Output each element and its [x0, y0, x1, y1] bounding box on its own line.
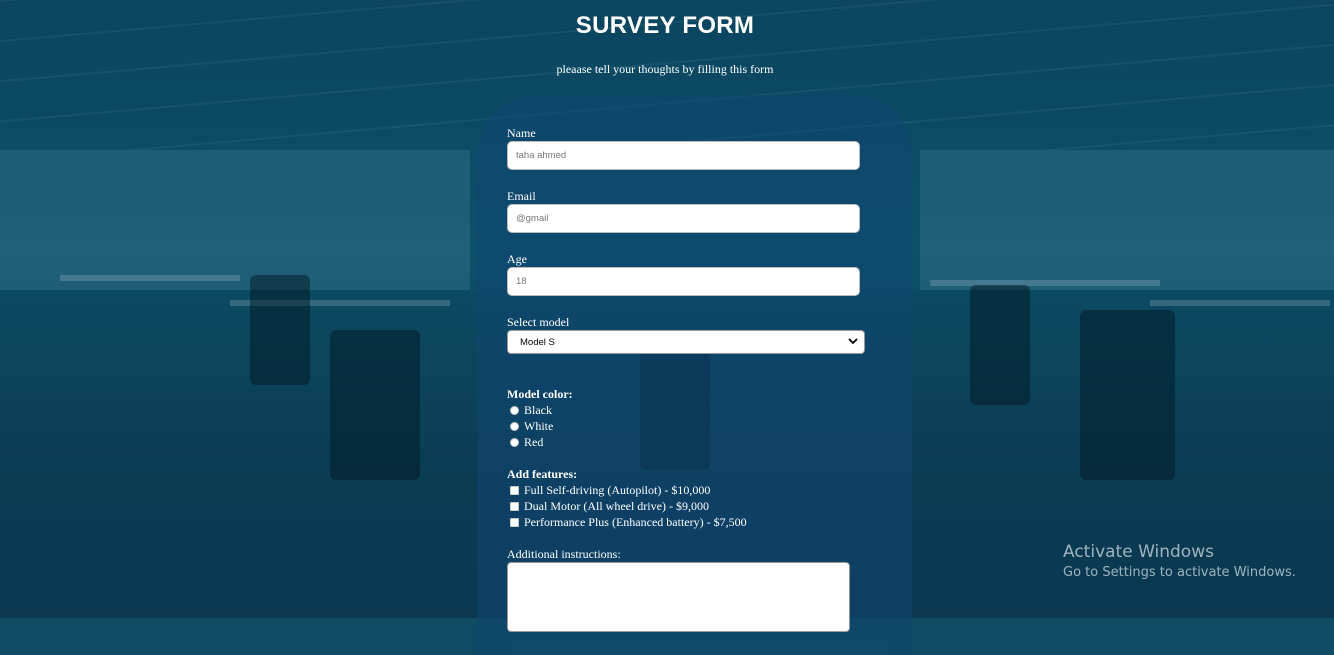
email-label: Email: [507, 189, 536, 203]
name-input[interactable]: [507, 141, 860, 170]
watermark-title: Activate Windows: [1063, 542, 1214, 562]
radio-button[interactable]: [510, 405, 519, 415]
checkbox[interactable]: [510, 517, 519, 527]
model-select-value: Model S: [520, 336, 555, 348]
model-label: Select model: [507, 315, 570, 329]
color-option-white[interactable]: White: [510, 419, 553, 433]
radio-button[interactable]: [510, 437, 519, 447]
instructions-label: Additional instructions:: [507, 547, 621, 561]
model-select[interactable]: Model S: [507, 330, 865, 354]
instructions-textarea[interactable]: [507, 562, 850, 632]
radio-button[interactable]: [510, 421, 519, 431]
age-input[interactable]: [507, 267, 860, 296]
activate-windows-watermark: Activate Windows Go to Settings to activ…: [1063, 542, 1296, 580]
checkbox[interactable]: [510, 501, 519, 511]
feature-option-performance-plus[interactable]: Performance Plus (Enhanced battery) - $7…: [510, 515, 747, 529]
page-title: SURVEY FORM: [575, 12, 755, 39]
feature-option-autopilot[interactable]: Full Self-driving (Autopilot) - $10,000: [510, 483, 710, 497]
age-label: Age: [507, 252, 527, 266]
model-color-label: Model color:: [507, 387, 573, 401]
chevron-down-icon: [848, 336, 858, 349]
feature-option-dual-motor[interactable]: Dual Motor (All wheel drive) - $9,000: [510, 499, 709, 513]
page-subtitle: pleaase tell your thoughts by filling th…: [556, 62, 774, 76]
email-input[interactable]: [507, 204, 860, 233]
color-option-red[interactable]: Red: [510, 435, 543, 449]
color-option-black[interactable]: Black: [510, 403, 552, 417]
add-features-label: Add features:: [507, 467, 578, 481]
watermark-subtitle: Go to Settings to activate Windows.: [1063, 565, 1296, 580]
checkbox[interactable]: [510, 485, 519, 495]
name-label: Name: [507, 126, 536, 140]
